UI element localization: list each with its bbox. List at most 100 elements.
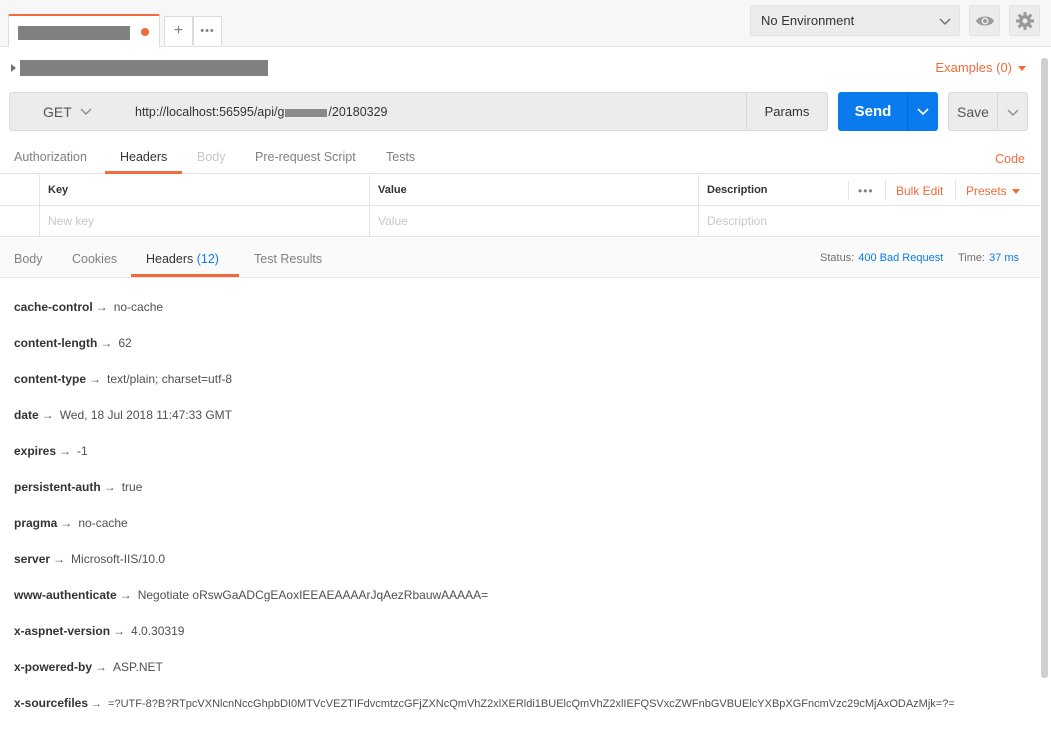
examples-dropdown[interactable]: Examples (0) [935,60,1026,75]
header-value: =?UTF-8?B?RTpcVXNlcnNccGhpbDI0MTVcVEZTIF… [108,698,955,710]
response-tab-body[interactable]: Body [14,252,43,266]
divider [848,181,849,200]
header-value: 62 [118,336,132,350]
arrow-icon: → [95,300,108,314]
url-middle-visible: g [277,105,285,119]
gear-icon [1016,12,1034,30]
chevron-down-icon [917,108,929,116]
response-tab-test-results[interactable]: Test Results [254,252,322,266]
code-link[interactable]: Code [995,152,1025,166]
request-tab[interactable] [8,14,160,47]
params-button[interactable]: Params [746,92,828,131]
response-header-row: pragma → no-cache [14,516,128,530]
send-options-button[interactable] [907,92,938,131]
arrow-icon: → [91,698,103,710]
tab-tests[interactable]: Tests [386,150,415,164]
response-header-row: x-powered-by → ASP.NET [14,660,163,674]
arrow-icon: → [59,444,72,458]
time-label: Time: [958,252,986,264]
tab-authorization[interactable]: Authorization [14,150,87,164]
arrow-icon: → [53,552,66,566]
header-key: x-powered-by [14,660,93,674]
response-tab-cookies[interactable]: Cookies [72,252,117,266]
headers-table-new-row: New key Value Description [0,206,1040,237]
response-header-row: expires → -1 [14,444,88,458]
response-tab-headers[interactable]: Headers (12) [146,252,219,266]
tab-headers[interactable]: Headers [120,150,167,164]
status-value[interactable]: 400 Bad Request [858,252,943,264]
active-tab-indicator [105,171,182,174]
environment-select[interactable]: No Environment [750,5,960,36]
header-value: Microsoft-IIS/10.0 [71,552,166,566]
request-tabs: Authorization Headers Body Pre-request S… [0,140,1040,174]
presets-dropdown[interactable]: Presets [966,184,1020,198]
redacted-url-segment [285,108,328,117]
response-header-row: content-length → 62 [14,336,132,350]
method-select[interactable]: GET [9,92,126,131]
response-header-row: server → Microsoft-IIS/10.0 [14,552,165,566]
presets-label: Presets [966,184,1007,198]
response-header-row: x-aspnet-version → 4.0.30319 [14,624,184,638]
headers-count-badge: (12) [196,252,219,266]
top-bar: + ••• No Environment [0,0,1051,47]
manage-environments-button[interactable] [1009,5,1040,36]
header-key: expires [14,444,57,458]
caret-down-icon [1011,189,1020,195]
header-key: persistent-auth [14,480,101,494]
response-header-row: www-authenticate → Negotiate oRswGaADCgEAo… [14,588,488,602]
more-tabs-button[interactable]: ••• [193,16,222,45]
send-button[interactable]: Send [838,92,908,131]
arrow-icon: → [103,480,116,494]
unsaved-dot-icon [141,28,149,36]
eye-icon [976,16,994,26]
more-options-icon[interactable]: ••• [858,184,874,198]
header-value: no-cache [78,516,128,530]
new-tab-button[interactable]: + [164,16,193,45]
header-value: -1 [77,444,88,458]
headers-table: Key Value Description ••• Bulk Edit Pres… [0,175,1040,237]
save-options-button[interactable] [997,92,1028,131]
header-key: x-sourcefiles [14,696,89,710]
tab-pre-request-script[interactable]: Pre-request Script [255,150,356,164]
arrow-icon: → [95,660,108,674]
status-label: Status: [820,252,855,264]
caret-down-icon [1018,66,1026,72]
header-key: server [14,552,51,566]
chevron-down-icon [80,108,92,116]
header-value: Negotiate oRswGaADCgEAoxIEEAEAAAArJqAezR… [137,588,489,602]
response-status: Status: 400 Bad Request [820,252,943,264]
new-description-input[interactable]: Description [698,206,1040,237]
response-time: Time: 37 ms [958,252,1019,264]
column-value: Value [369,175,699,206]
column-description: Description [698,175,848,206]
tab-body[interactable]: Body [197,150,226,164]
environment-quick-look-button[interactable] [969,5,1000,36]
time-value[interactable]: 37 ms [989,252,1019,264]
redacted-request-name [20,60,268,76]
header-value: text/plain; charset=utf-8 [107,372,233,386]
chevron-down-icon [1007,109,1019,117]
active-response-tab-indicator [131,274,239,277]
arrow-icon: → [100,336,113,350]
header-key: cache-control [14,300,93,314]
url-input[interactable]: http://localhost:56595/api/g/20180329 [125,92,748,131]
column-key: Key [39,175,369,206]
arrow-icon: → [119,588,132,602]
divider [885,181,886,200]
response-header-row: persistent-auth → true [14,480,142,494]
chevron-down-icon [939,18,951,26]
header-value: ASP.NET [113,660,163,674]
headers-table-head: Key Value Description ••• Bulk Edit Pres… [0,175,1040,206]
new-key-input[interactable]: New key [39,206,369,237]
bulk-edit-link[interactable]: Bulk Edit [896,184,943,198]
header-value: 4.0.30319 [131,624,185,638]
environment-label: No Environment [761,13,855,28]
response-tabs: Body Cookies Headers (12) Test Results S… [0,238,1040,278]
new-value-input[interactable]: Value [369,206,699,237]
arrow-icon: → [89,372,101,386]
method-label: GET [43,104,72,120]
header-key: www-authenticate [14,588,117,602]
save-button[interactable]: Save [948,92,998,131]
scrollbar[interactable] [1041,58,1048,678]
caret-right-icon[interactable] [11,64,16,72]
